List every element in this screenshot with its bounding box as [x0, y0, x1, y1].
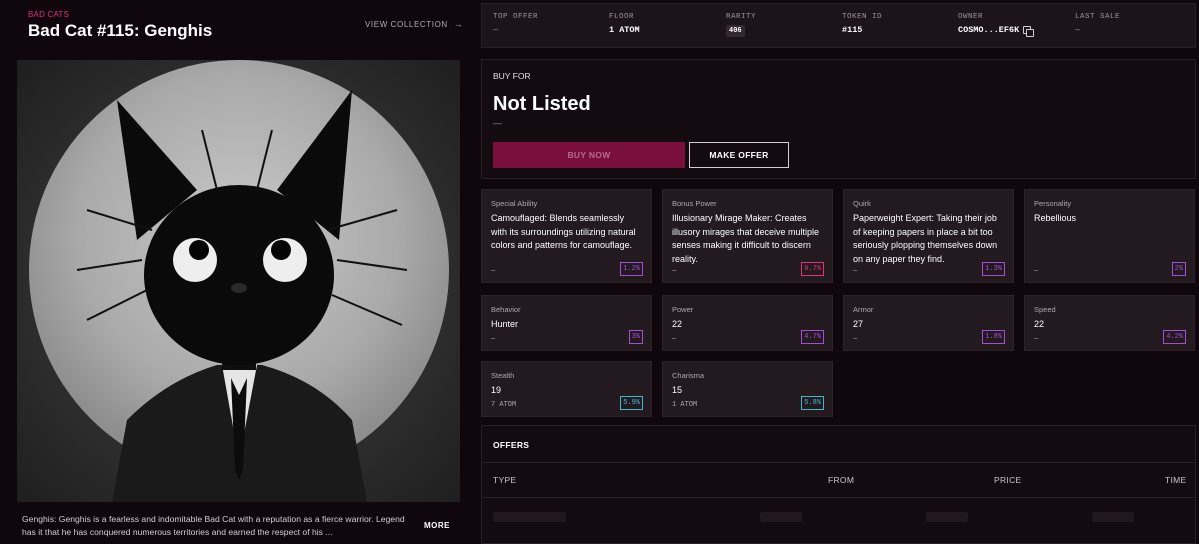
- trait-value: Paperweight Expert: Taking their job of …: [853, 213, 998, 264]
- stat-value: 1 ATOM: [609, 25, 640, 35]
- trait-floor-price: —: [491, 335, 496, 343]
- stat-value: #115: [842, 25, 863, 35]
- trait-name: Bonus Power: [672, 199, 717, 208]
- loading-skeleton: [493, 512, 566, 522]
- divider: [482, 497, 1195, 498]
- page-title: Bad Cat #115: Genghis: [28, 21, 213, 40]
- loading-skeleton: [1092, 512, 1134, 522]
- stat-label: RARITY: [726, 13, 757, 21]
- trait-rarity-badge: 3%: [628, 330, 643, 344]
- divider: [482, 462, 1195, 463]
- trait-name: Power: [672, 305, 694, 314]
- nft-description: Genghis: Genghis is a fearless and indom…: [22, 514, 405, 537]
- trait-card[interactable]: Speed 22—4.2%: [1024, 295, 1195, 351]
- stat-last-sale: LAST SALE —: [1075, 13, 1120, 35]
- trait-floor-price: —: [853, 335, 858, 343]
- column-header-price: PRICE: [994, 475, 1022, 485]
- column-header-from: FROM: [828, 475, 855, 485]
- stat-value: —: [1075, 25, 1081, 35]
- view-collection-label: VIEW COLLECTION: [365, 19, 448, 29]
- trait-floor-price: —: [672, 335, 677, 343]
- trait-card[interactable]: Power 22—4.7%: [662, 295, 833, 351]
- stat-label: TOP OFFER: [493, 13, 539, 21]
- trait-floor-price: 1 ATOM: [672, 401, 698, 409]
- column-header-time: TIME: [1165, 475, 1187, 485]
- trait-name: Quirk: [853, 199, 871, 208]
- trait-name: Stealth: [491, 371, 515, 380]
- stat-label: TOKEN ID: [842, 13, 883, 21]
- copy-icon[interactable]: [1023, 25, 1035, 37]
- stat-label: FLOOR: [609, 13, 635, 21]
- trait-name: Speed: [1034, 305, 1056, 314]
- trait-floor-price: —: [1034, 267, 1039, 275]
- offers-title: OFFERS: [493, 440, 530, 450]
- stat-label: OWNER: [958, 13, 984, 21]
- trait-value: Rebellious: [1034, 213, 1077, 223]
- buy-now-button[interactable]: BUY NOW: [493, 142, 685, 168]
- trait-name: Personality: [1034, 199, 1072, 208]
- buy-panel: BUY FOR Not Listed — BUY NOW MAKE OFFER: [481, 59, 1196, 179]
- nft-image: [17, 60, 460, 502]
- trait-floor-price: —: [853, 267, 858, 275]
- trait-card[interactable]: Behavior Hunter — 3%: [481, 295, 652, 351]
- stats-bar: TOP OFFER — FLOOR 1 ATOM RARITY 406 TOKE…: [481, 3, 1196, 48]
- owner-address[interactable]: COSMO...EF6K: [958, 25, 1019, 35]
- stat-floor: FLOOR 1 ATOM: [609, 13, 640, 35]
- trait-rarity-badge: 1.8%: [982, 330, 1005, 344]
- listing-status: Not Listed: [493, 93, 591, 115]
- more-button[interactable]: MORE: [424, 521, 450, 530]
- trait-rarity-badge: 0.7%: [801, 262, 824, 276]
- trait-rarity-badge: 4.7%: [801, 330, 824, 344]
- loading-skeleton: [926, 512, 968, 522]
- trait-card[interactable]: Special Ability Camouflaged: Blends seaml…: [481, 189, 652, 283]
- trait-card[interactable]: Stealth 19 7 ATOM 5.9%: [481, 361, 652, 417]
- column-header-type: TYPE: [493, 475, 517, 485]
- trait-rarity-badge: 5.9%: [620, 396, 643, 410]
- trait-rarity-badge: 1.2%: [620, 262, 643, 276]
- stat-value: —: [493, 25, 499, 35]
- trait-name: Charisma: [672, 371, 705, 380]
- stat-label: LAST SALE: [1075, 13, 1121, 21]
- trait-name: Armor: [853, 305, 874, 314]
- trait-rarity-badge: 2%: [1171, 262, 1186, 276]
- trait-card[interactable]: Quirk Paperweight Expert: Taking their jo…: [843, 189, 1014, 283]
- trait-name: Special Ability: [491, 199, 538, 208]
- trait-card[interactable]: Charisma 15 1 ATOM 5.8%: [662, 361, 833, 417]
- trait-rarity-badge: 5.8%: [801, 396, 824, 410]
- trait-value: Hunter: [491, 319, 519, 329]
- stat-owner: OWNER COSMO...EF6K: [958, 13, 1035, 37]
- trait-value: Illusionary Mirage Maker: Creates illuso…: [672, 213, 820, 264]
- trait-name: Behavior: [491, 305, 521, 314]
- make-offer-button[interactable]: MAKE OFFER: [689, 142, 789, 168]
- offers-panel: OFFERS TYPE FROM PRICE TIME: [481, 425, 1196, 544]
- collection-tag[interactable]: BAD CATS: [28, 10, 69, 19]
- stat-top-offer: TOP OFFER —: [493, 13, 538, 35]
- trait-value: Camouflaged: Blends seamlessly with its …: [491, 213, 636, 250]
- trait-floor-price: 7 ATOM: [491, 401, 517, 409]
- trait-rarity-badge: 4.2%: [1163, 330, 1186, 344]
- trait-card[interactable]: Bonus Power Illusionary Mirage Maker: Cre…: [662, 189, 833, 283]
- buy-price: —: [493, 118, 502, 128]
- trait-card[interactable]: Armor 27—1.8%: [843, 295, 1014, 351]
- trait-floor-price: —: [491, 267, 496, 275]
- trait-floor-price: —: [1034, 335, 1039, 343]
- trait-rarity-badge: 1.3%: [982, 262, 1005, 276]
- buy-for-label: BUY FOR: [493, 71, 531, 81]
- view-collection-link[interactable]: VIEW COLLECTION →: [365, 19, 463, 29]
- loading-skeleton: [760, 512, 802, 522]
- arrow-right-icon: →: [453, 19, 464, 29]
- stat-rarity: RARITY 406: [726, 13, 756, 37]
- trait-card[interactable]: Personality Rebellious — 2%: [1024, 189, 1195, 283]
- rarity-badge: 406: [726, 25, 745, 37]
- trait-floor-price: —: [672, 267, 677, 275]
- stat-token-id: TOKEN ID #115: [842, 13, 882, 35]
